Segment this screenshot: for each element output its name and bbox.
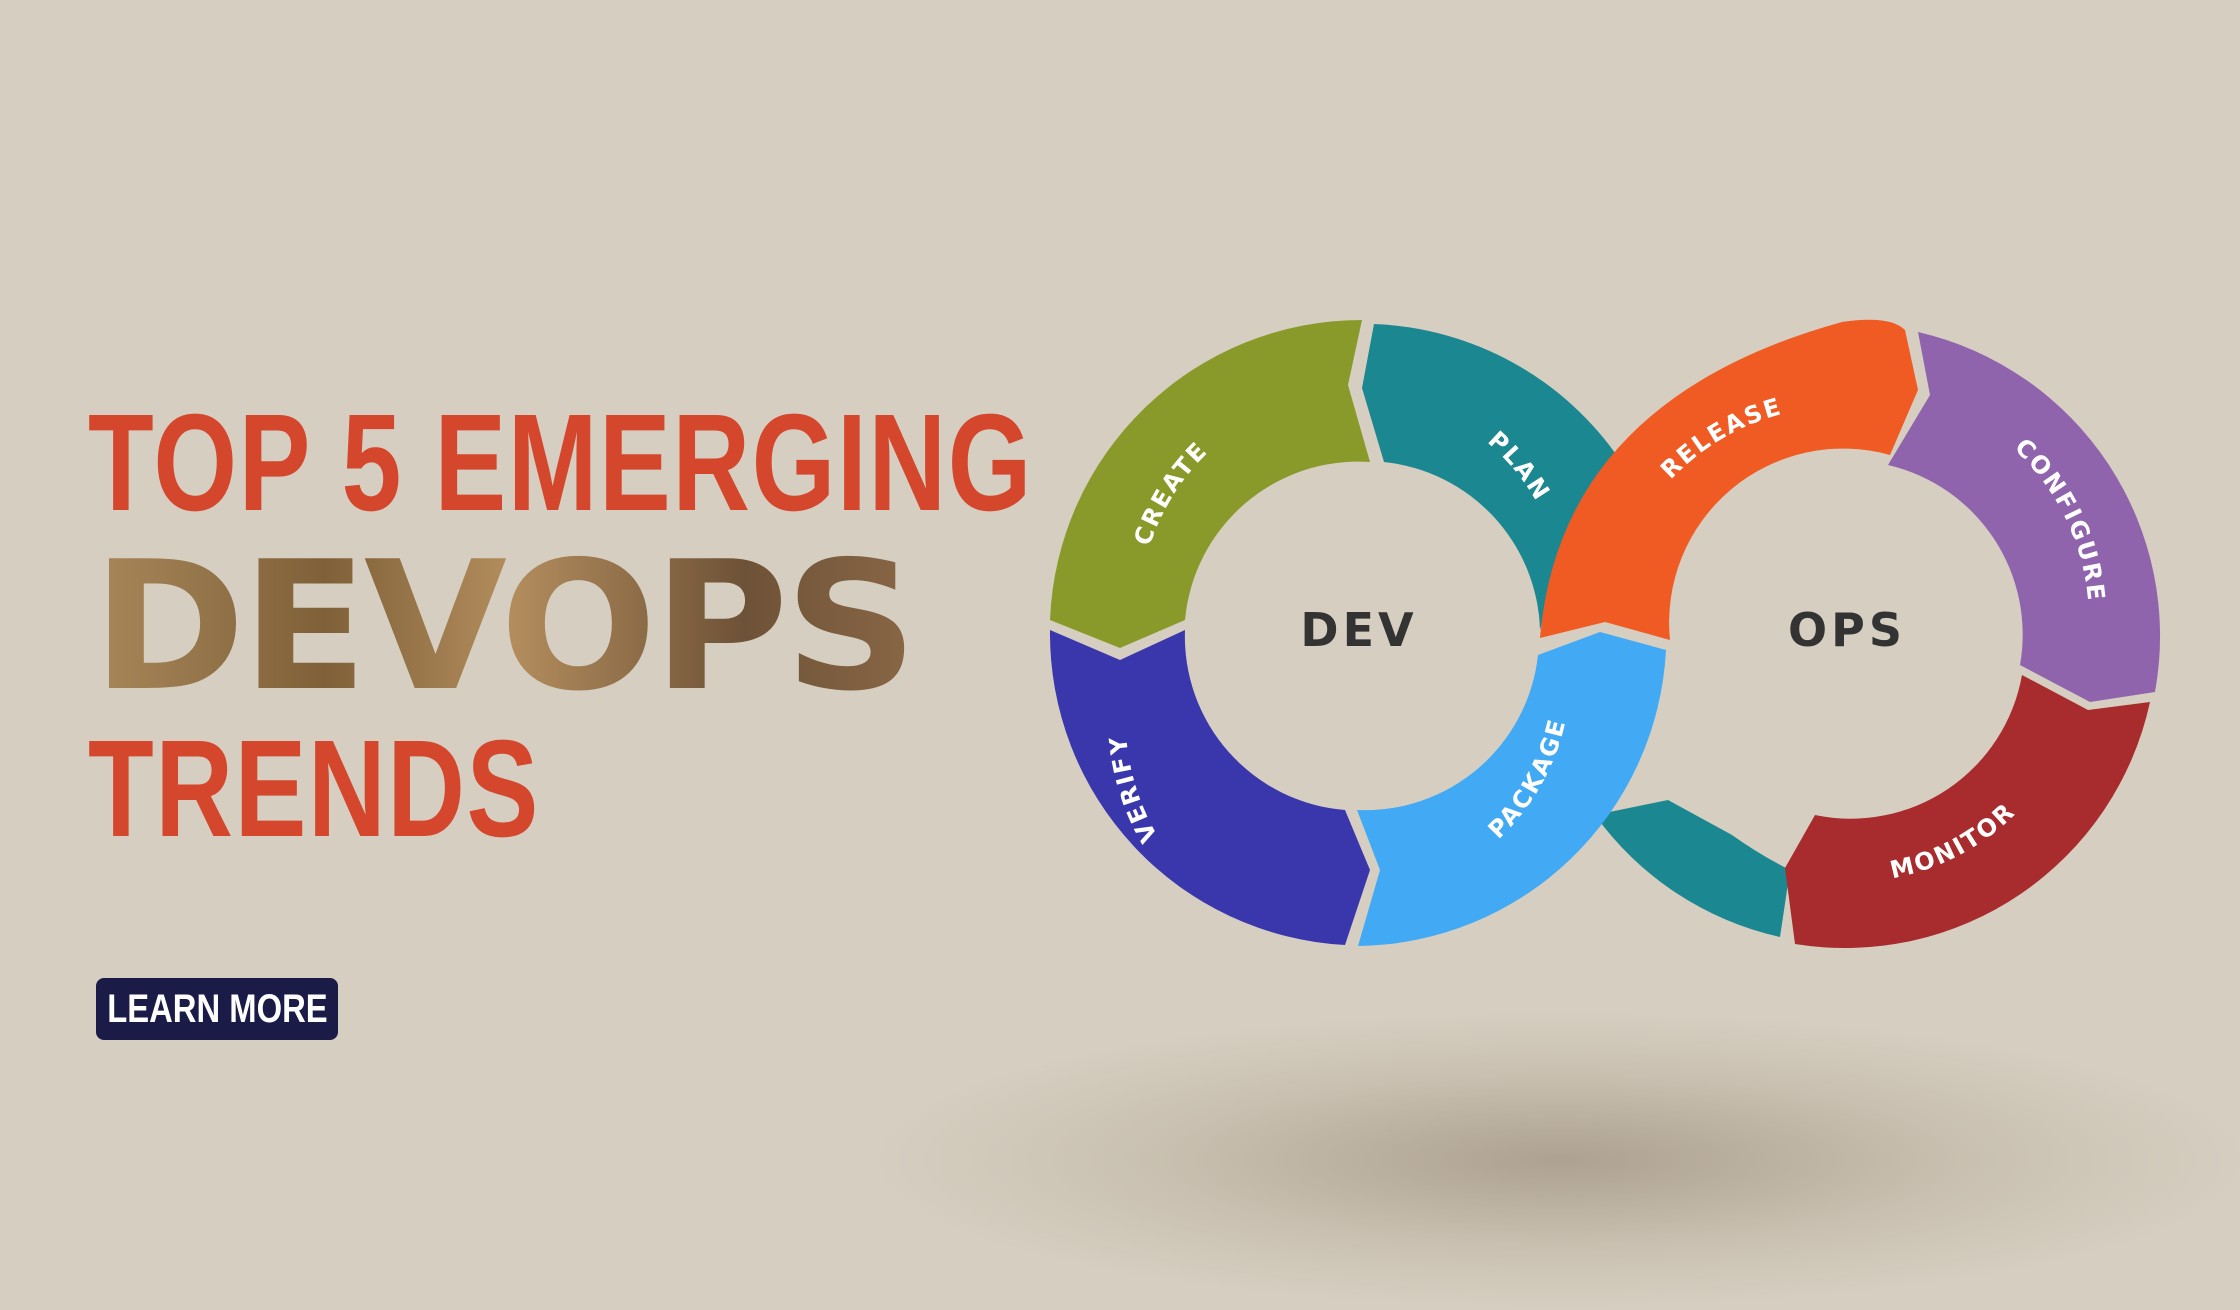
dev-center-label: DEV <box>1300 603 1417 657</box>
segment-monitor <box>1785 675 2150 949</box>
segment-crossover <box>1595 800 1790 937</box>
ops-center-label: OPS <box>1788 603 1906 657</box>
segment-create <box>1050 319 1370 648</box>
segment-package <box>1357 632 1666 946</box>
segment-release <box>1540 319 1918 640</box>
devops-infinity-diagram: CREATE PLAN VERIFY PACKAGE RELEASE CONFI… <box>1049 319 2161 949</box>
segment-verify <box>1049 630 1370 945</box>
segment-configure <box>1888 332 2161 702</box>
